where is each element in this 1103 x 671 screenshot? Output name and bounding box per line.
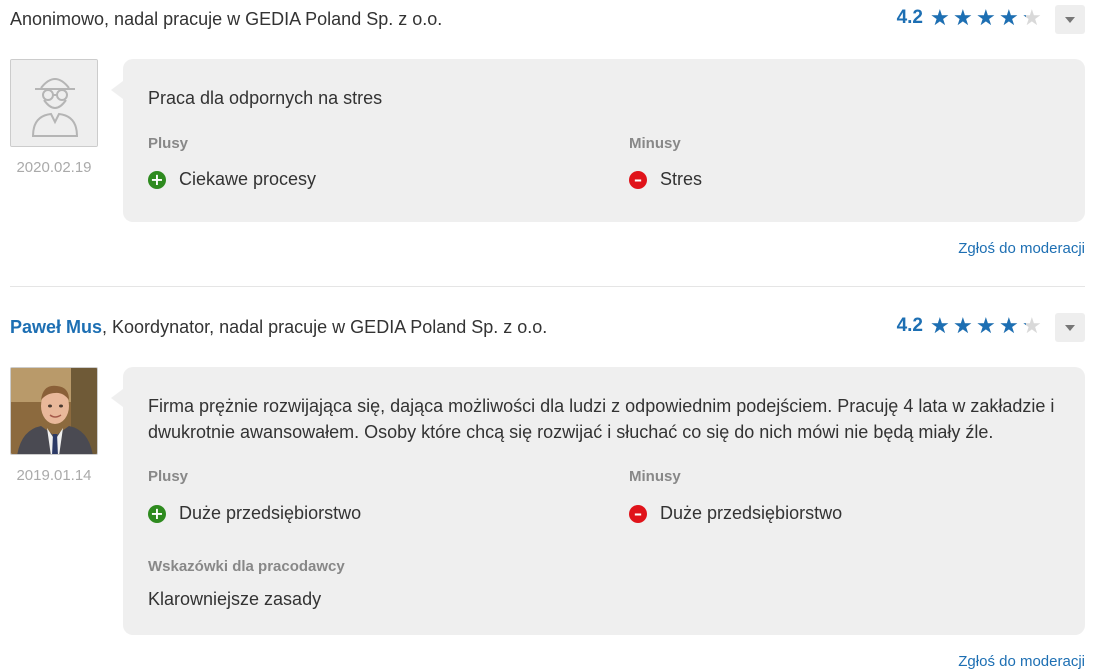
review-date: 2019.01.14 xyxy=(16,467,92,484)
star-icon: ★★ xyxy=(976,313,996,338)
star-icon: ★★ xyxy=(999,313,1019,338)
divider xyxy=(10,286,1085,287)
star-icon: ★★ xyxy=(999,5,1019,30)
avatar xyxy=(10,59,98,147)
star-rating: ★★★★★★★★★★ xyxy=(930,7,1045,29)
star-icon: ★★ xyxy=(976,5,996,30)
review-summary: Praca dla odpornych na stres xyxy=(148,88,383,108)
report-link[interactable]: Zgłoś do moderacji xyxy=(958,240,1085,257)
review-header: Paweł Mus, Koordynator, nadal pracuje w … xyxy=(10,308,1085,348)
pro-text: Duże przedsiębiorstwo xyxy=(179,503,362,523)
star-icon: ★★ xyxy=(1022,5,1042,30)
rating: 4.2 ★★★★★★★★★★ xyxy=(897,7,1045,29)
cons-label: Minusy xyxy=(629,468,681,485)
chevron-down-icon xyxy=(1065,324,1075,331)
pro-text: Ciekawe procesy xyxy=(179,169,317,189)
pro-item: + Ciekawe procesy xyxy=(148,169,316,190)
con-item: – Duże przedsiębiorstwo xyxy=(629,503,842,524)
pros-label: Plusy xyxy=(148,135,189,152)
author-details: , Koordynator, nadal pracuje w GEDIA Pol… xyxy=(102,317,548,337)
review-summary: Firma prężnie rozwijająca się, dająca mo… xyxy=(148,396,1055,442)
star-icon: ★★ xyxy=(930,5,950,30)
star-icon: ★★ xyxy=(930,313,950,338)
review-dropdown-button[interactable] xyxy=(1055,313,1085,342)
report-link[interactable]: Zgłoś do moderacji xyxy=(958,653,1085,670)
chevron-down-icon xyxy=(1065,16,1075,23)
anonymous-user-icon xyxy=(11,60,97,146)
review-content: Firma prężnie rozwijająca się, dająca mo… xyxy=(111,367,1085,635)
author-name[interactable]: Paweł Mus xyxy=(10,317,102,337)
star-icon: ★★ xyxy=(1022,313,1042,338)
user-photo xyxy=(11,368,97,454)
tips-text: Klarowniejsze zasady xyxy=(148,589,322,609)
author-line: Paweł Mus, Koordynator, nadal pracuje w … xyxy=(10,317,547,338)
author-line: Anonimowo, nadal pracuje w GEDIA Poland … xyxy=(10,9,442,30)
author-details: Anonimowo, nadal pracuje w GEDIA Poland … xyxy=(10,9,443,29)
minus-circle-icon: – xyxy=(629,504,647,523)
con-item: – Stres xyxy=(629,169,702,190)
plus-circle-icon: + xyxy=(148,170,166,189)
rating: 4.2 ★★★★★★★★★★ xyxy=(897,315,1045,337)
star-rating: ★★★★★★★★★★ xyxy=(930,315,1045,337)
con-text: Duże przedsiębiorstwo xyxy=(660,503,843,523)
review-date: 2020.02.19 xyxy=(16,159,92,176)
tips-label: Wskazówki dla pracodawcy xyxy=(148,558,345,575)
rating-value: 4.2 xyxy=(896,7,923,28)
cons-label: Minusy xyxy=(629,135,681,152)
rating-value: 4.2 xyxy=(896,315,923,336)
pros-label: Plusy xyxy=(148,468,189,485)
con-text: Stres xyxy=(660,169,703,189)
plus-circle-icon: + xyxy=(148,504,166,523)
avatar[interactable] xyxy=(10,367,98,455)
minus-circle-icon: – xyxy=(629,170,647,189)
review-dropdown-button[interactable] xyxy=(1055,5,1085,34)
review-header: Anonimowo, nadal pracuje w GEDIA Poland … xyxy=(10,0,1085,40)
star-icon: ★★ xyxy=(953,313,973,338)
star-icon: ★★ xyxy=(953,5,973,30)
pro-item: + Duże przedsiębiorstwo xyxy=(148,503,361,524)
review-content: Praca dla odpornych na stres Plusy Minus… xyxy=(111,59,1085,222)
